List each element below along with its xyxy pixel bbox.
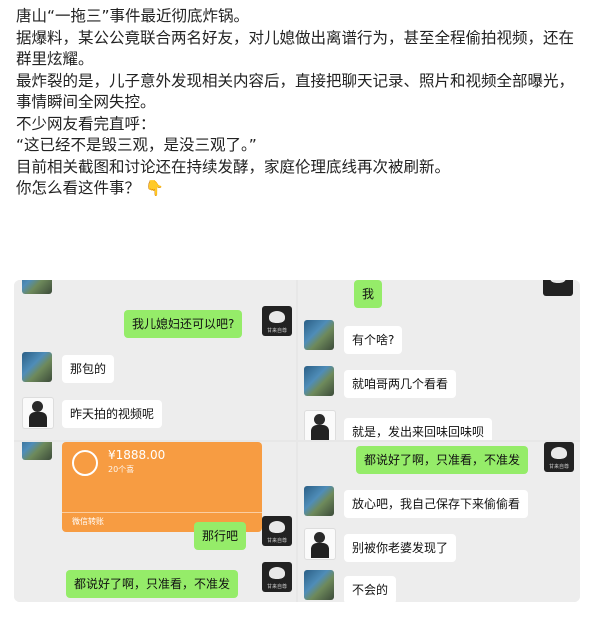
avatar: 甘来自尊 [262, 306, 292, 336]
avatar [304, 320, 334, 350]
post-line: 据爆料，某公公竟联合两名好友，对儿媳做出离谱行为，甚至全程偷拍视频，还在群里炫耀… [16, 28, 575, 69]
post-line: 不少网友看完直呼： [16, 114, 156, 133]
transfer-card: ¥1888.00 20个喜 微信转账 [62, 442, 262, 532]
avatar: 甘来自尊 [544, 442, 574, 472]
avatar [304, 366, 334, 396]
chat-bubble-sent: 都说好了啊，只准看，不准发 [66, 570, 239, 598]
avatar [543, 280, 573, 296]
chat-bubble-received: 昨天拍的视频呢 [62, 400, 163, 428]
avatar: 甘来自尊 [262, 562, 292, 592]
transfer-note: 20个喜 [108, 465, 135, 474]
chat-bubble-received: 有个啥? [344, 326, 403, 354]
chat-bubble-received: 别被你老婆发现了 [344, 534, 457, 562]
avatar-caption: 甘来自尊 [266, 584, 287, 590]
avatar [304, 570, 334, 600]
chat-bubble-received: 放心吧，我自己保存下来偷偷看 [344, 490, 529, 518]
post-line-text: 你怎么看这件事？ [16, 179, 141, 197]
avatar [22, 280, 52, 294]
chat-panel-3: ¥1888.00 20个喜 微信转账 那行吧 甘来自尊 都说好了啊，只准看，不准… [14, 442, 296, 602]
transfer-label: 微信转账 [72, 517, 104, 526]
bird-icon [269, 521, 285, 533]
post-text: 唐山“一拖三”事件最近彻底炸锅。 据爆料，某公公竟联合两名好友，对儿媳做出离谱行… [16, 6, 586, 200]
chat-bubble-sent: 那行吧 [194, 522, 247, 550]
chat-bubble-sent: 我儿媳妇还可以吧? [124, 310, 243, 338]
avatar [22, 397, 54, 429]
chat-panel-4: 都说好了啊，只准看，不准发 甘来自尊 放心吧，我自己保存下来偷偷看 别被你老婆发… [298, 442, 580, 602]
avatar [304, 528, 336, 560]
avatar [304, 486, 334, 516]
transfer-icon [72, 450, 98, 476]
avatar-caption: 甘来自尊 [266, 538, 287, 544]
bird-icon [269, 311, 285, 323]
avatar [304, 410, 336, 440]
chat-bubble-received: 不会的 [344, 576, 397, 602]
bird-icon [551, 447, 567, 459]
chat-screenshot-grid: 我儿媳妇还可以吧? 甘来自尊 那包的 昨天拍的视频呢 我 有个啥? 就咱哥两几个… [14, 280, 580, 602]
chat-bubble-received: 就是，发出来回味回味呗 [344, 418, 493, 440]
avatar-caption: 甘来自尊 [548, 464, 569, 470]
chat-panel-1: 我儿媳妇还可以吧? 甘来自尊 那包的 昨天拍的视频呢 [14, 280, 296, 440]
chat-bubble-sent: 都说好了啊，只准看，不准发 [356, 446, 529, 474]
avatar [22, 442, 52, 460]
bird-icon [269, 567, 285, 579]
avatar [22, 352, 52, 382]
post-line-question: 你怎么看这件事？ 👇 [16, 178, 586, 200]
post-line: 最炸裂的是，儿子意外发现相关内容后，直接把聊天记录、照片和视频全部曝光，事情瞬间… [16, 71, 575, 112]
avatar-caption: 甘来自尊 [266, 328, 287, 334]
post-line: “这已经不是毁三观，是没三观了。” [16, 136, 257, 154]
post-line: 唐山“一拖三”事件最近彻底炸锅。 [16, 7, 250, 25]
chat-bubble-received: 那包的 [62, 355, 115, 383]
post-line: 目前相关截图和讨论还在持续发酵，家庭伦理底线再次被刷新。 [16, 157, 451, 176]
pointing-down-hand-icon: 👇 [144, 179, 164, 197]
avatar: 甘来自尊 [262, 516, 292, 546]
chat-panel-2: 我 有个啥? 就咱哥两几个看看 就是，发出来回味回味呗 [298, 280, 580, 440]
transfer-amount: ¥1888.00 [108, 448, 166, 462]
bird-icon [550, 280, 566, 283]
chat-bubble-sent: 我 [354, 280, 383, 308]
chat-bubble-received: 就咱哥两几个看看 [344, 370, 457, 398]
